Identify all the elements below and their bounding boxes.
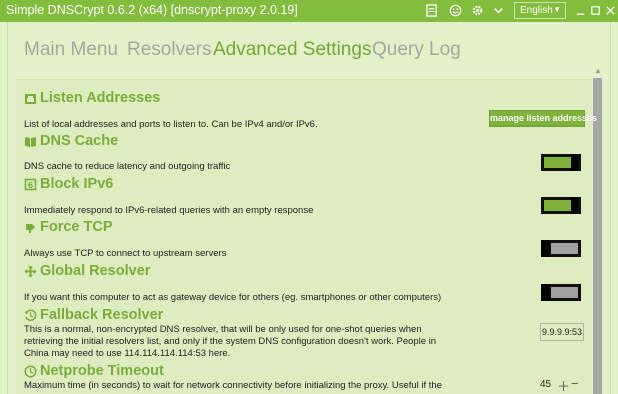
force-tcp-description: Always use TCP to connect to upstream se… xyxy=(24,248,227,259)
ethernet-icon xyxy=(24,92,37,105)
decrement-icon[interactable]: − xyxy=(571,376,579,391)
book-icon xyxy=(24,135,37,148)
tab-main-menu[interactable]: Main Menu xyxy=(24,39,118,61)
tab-advanced-settings[interactable]: Advanced Settings xyxy=(213,39,371,61)
close-icon[interactable] xyxy=(603,3,617,17)
listen-addresses-title: Listen Addresses xyxy=(40,90,161,106)
scrollbar[interactable] xyxy=(593,78,602,394)
title-bar: Simple DNSCrypt 0.6.2 (x64) [dnscrypt-pr… xyxy=(0,0,618,22)
ipv6-icon: 6 xyxy=(24,178,37,191)
toggle-thumb xyxy=(541,240,550,257)
minimize-icon[interactable] xyxy=(573,3,587,17)
gear-icon[interactable] xyxy=(470,3,484,17)
increment-icon[interactable]: ＋ xyxy=(557,376,570,394)
log-icon[interactable] xyxy=(424,3,438,17)
toggle-thumb xyxy=(571,197,578,214)
scroll-up-icon[interactable]: ▲ xyxy=(593,68,603,76)
fallback-description-line-3: China may need to use 114.114.114.114:53… xyxy=(24,348,231,359)
global-resolver-toggle[interactable] xyxy=(541,284,581,301)
toggle-fill xyxy=(544,200,571,211)
dns-cache-toggle[interactable] xyxy=(541,154,581,171)
toggle-thumb xyxy=(571,154,578,171)
netprobe-timeout-value: 45 xyxy=(540,379,552,390)
global-resolver-description: If you want this computer to act as gate… xyxy=(24,292,442,303)
window-title: Simple DNSCrypt 0.6.2 (x64) [dnscrypt-pr… xyxy=(6,3,298,17)
history-icon xyxy=(24,309,37,322)
force-tcp-toggle[interactable] xyxy=(541,240,581,257)
netprobe-description-line-1: Maximum time (in seconds) to wait for ne… xyxy=(24,380,442,391)
chevron-down-icon[interactable] xyxy=(491,3,505,17)
tab-query-log[interactable]: Query Log xyxy=(372,39,461,61)
fallback-description-line-2: retrieving the initial resolvers list, a… xyxy=(24,336,437,347)
fallback-resolver-input[interactable]: 9.9.9.9:53 xyxy=(540,323,584,341)
force-tcp-title: Force TCP xyxy=(40,219,113,235)
language-value: English xyxy=(520,5,553,16)
block-ipv6-description: Immediately respond to IPv6-related quer… xyxy=(24,205,314,216)
move-icon xyxy=(24,265,37,278)
toggle-fill xyxy=(544,157,571,168)
netprobe-timeout-stepper[interactable]: 45 ＋ − xyxy=(537,376,585,394)
smiley-icon[interactable] xyxy=(448,3,462,17)
dropdown-caret-icon: ▼ xyxy=(553,5,561,14)
language-select[interactable]: English ▼ xyxy=(514,2,566,19)
block-ipv6-title: Block IPv6 xyxy=(40,176,114,192)
block-ipv6-toggle[interactable] xyxy=(541,197,581,214)
toggle-fill xyxy=(551,243,578,254)
svg-text:6: 6 xyxy=(28,181,34,190)
dns-cache-description: DNS cache to reduce latency and outgoing… xyxy=(24,161,231,172)
tcp-icon xyxy=(24,221,37,234)
tab-resolvers[interactable]: Resolvers xyxy=(127,39,211,61)
maximize-icon[interactable] xyxy=(588,3,602,17)
manage-listen-addresses-button[interactable]: manage listen addresses xyxy=(489,110,597,127)
toggle-thumb xyxy=(541,284,550,301)
dns-cache-title: DNS Cache xyxy=(40,133,119,149)
listen-addresses-description: List of local addresses and ports to lis… xyxy=(24,119,318,130)
fallback-resolver-title: Fallback Resolver xyxy=(40,307,164,323)
clock-icon xyxy=(24,365,37,378)
global-resolver-title: Global Resolver xyxy=(40,263,151,279)
fallback-description-line-1: This is a normal, non-encrypted DNS reso… xyxy=(24,324,422,335)
netprobe-timeout-title: Netprobe Timeout xyxy=(40,363,164,379)
toggle-fill xyxy=(551,287,578,298)
